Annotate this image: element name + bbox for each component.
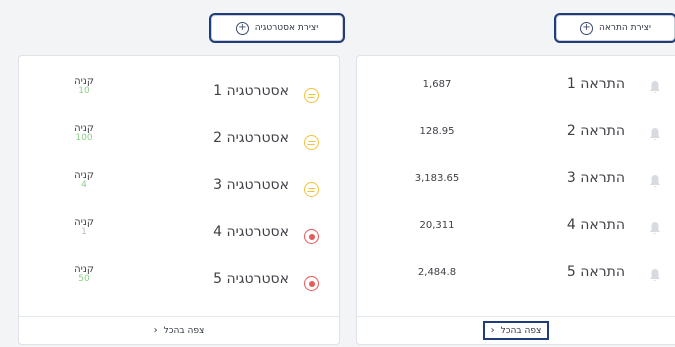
bell-icon [650, 269, 660, 281]
plus-circle-icon: + [235, 21, 249, 35]
chevron-left-icon: ‹ [490, 325, 495, 336]
strategy-action: קניה 1 [67, 217, 101, 238]
pending-status-icon [304, 88, 319, 103]
alert-row[interactable]: 128.95 התראה 2 [357, 109, 675, 157]
bell-icon [650, 81, 660, 93]
stopped-status-icon [304, 276, 319, 291]
bell-icon [650, 175, 660, 187]
alert-name: התראה 1 [566, 76, 625, 92]
alert-value: 20,311 [419, 220, 455, 231]
alert-value: 2,484.8 [417, 267, 457, 278]
alert-value: 1,687 [422, 79, 452, 90]
strategy-row[interactable]: קניה 4 אסטרטגיה 3 [19, 162, 339, 210]
strategy-name: אסטרטגיה 2 [213, 130, 289, 146]
strategies-see-all[interactable]: צפה בהכל ‹ [19, 316, 339, 344]
strategy-row[interactable]: קניה 10 אסטרטגיה 1 [19, 68, 339, 116]
create-alert-button[interactable]: יצירת התראה + [554, 13, 675, 43]
alert-name: התראה 3 [566, 170, 625, 186]
pending-status-icon [304, 135, 319, 150]
strategy-action: קניה 100 [67, 123, 101, 144]
strategy-count: 50 [78, 274, 90, 284]
alerts-panel: 1,687 התראה 1 128.95 התראה 2 3,183.65 הת… [356, 55, 675, 345]
alert-name: התראה 5 [566, 264, 625, 280]
alert-row[interactable]: 20,311 התראה 4 [357, 203, 675, 251]
strategy-name: אסטרטגיה 3 [213, 177, 289, 193]
see-all-label: צפה בהכל [163, 325, 205, 336]
strategy-name: אסטרטגיה 1 [213, 83, 289, 99]
stopped-status-icon [304, 229, 319, 244]
strategy-count: 1 [81, 227, 87, 237]
alert-value: 3,183.65 [414, 173, 460, 184]
create-alert-label: יצירת התראה [599, 23, 651, 33]
alert-row[interactable]: 2,484.8 התראה 5 [357, 250, 675, 298]
strategies-panel: קניה 10 אסטרטגיה 1 קניה 100 אסטרטגיה 2 ק… [18, 55, 340, 345]
strategy-row[interactable]: קניה 100 אסטרטגיה 2 [19, 115, 339, 163]
strategy-name: אסטרטגיה 4 [213, 224, 289, 240]
strategy-action: קניה 10 [67, 76, 101, 97]
chevron-left-icon: ‹ [153, 325, 158, 336]
alert-value: 128.95 [419, 126, 455, 137]
strategy-action: קניה 4 [67, 170, 101, 191]
strategy-action: קניה 50 [67, 264, 101, 285]
see-all-label: צפה בהכל [500, 325, 542, 336]
alert-row[interactable]: 3,183.65 התראה 3 [357, 156, 675, 204]
bell-icon [650, 222, 660, 234]
alert-name: התראה 2 [566, 123, 625, 139]
plus-circle-icon: + [580, 21, 593, 35]
strategy-name: אסטרטגיה 5 [213, 271, 289, 287]
alert-row[interactable]: 1,687 התראה 1 [357, 62, 675, 110]
bell-icon [650, 128, 660, 140]
strategy-count: 100 [75, 133, 93, 143]
strategy-count: 4 [81, 180, 87, 190]
alerts-see-all[interactable]: צפה בהכל ‹ [482, 321, 550, 340]
pending-status-icon [304, 182, 319, 197]
strategy-count: 10 [78, 86, 90, 96]
alert-name: התראה 4 [566, 217, 625, 233]
strategy-row[interactable]: קניה 1 אסטרטגיה 4 [19, 209, 339, 257]
alerts-see-all-footer: צפה בהכל ‹ [357, 316, 675, 344]
strategy-row[interactable]: קניה 50 אסטרטגיה 5 [19, 256, 339, 304]
create-strategy-button[interactable]: יצירת אסטרטגיה + [209, 13, 345, 43]
create-strategy-label: יצירת אסטרטגיה [254, 23, 319, 33]
